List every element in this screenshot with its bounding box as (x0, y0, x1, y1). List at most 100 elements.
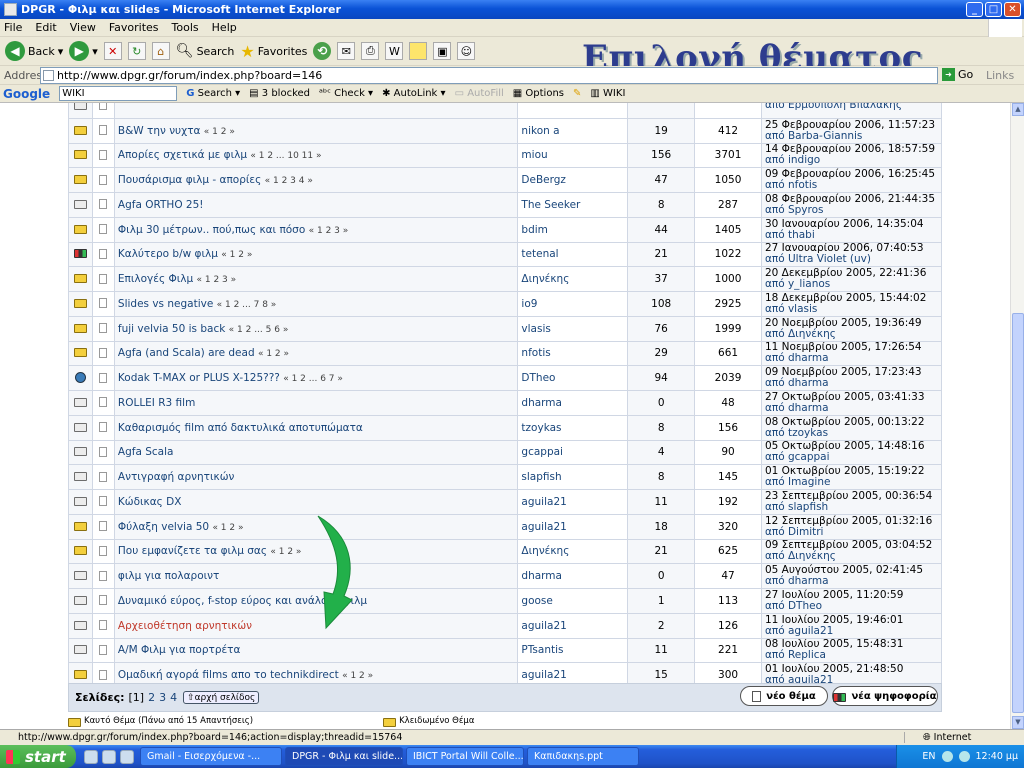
last-post-author[interactable]: από Dimitri (765, 526, 941, 538)
last-post-author[interactable]: από thabi (765, 229, 941, 241)
links-button[interactable]: Links (986, 69, 1014, 82)
topic-author[interactable]: aguila21 (517, 489, 629, 515)
last-post-author[interactable]: από Ultra Violet (uv) (765, 254, 941, 265)
messenger-icon[interactable]: ☺ (457, 42, 476, 60)
outlook-quicklaunch-icon[interactable] (102, 749, 116, 764)
ie-quicklaunch-icon[interactable] (84, 749, 98, 764)
topic-author[interactable]: tzoykas (517, 414, 629, 441)
taskbar-ibict[interactable]: IBICT Portal Will Colle... (406, 747, 524, 766)
topic-subject-link[interactable]: Ομαδική αγορά films απο το technikdirect (118, 669, 339, 681)
last-post-author[interactable]: από dharma (765, 576, 941, 587)
google-logo[interactable]: Google (3, 87, 50, 101)
last-post-author[interactable]: από y_lianos (765, 279, 941, 290)
google-search-button[interactable]: G Search ▾ (186, 88, 240, 99)
menu-file[interactable]: File (4, 21, 22, 34)
topic-subject-link[interactable]: Φύλαξη velvia 50 (118, 521, 209, 533)
topic-subject-link[interactable]: Φιλμ 30 μέτρων.. πού,πως και πόσο (118, 224, 305, 236)
page-3-link[interactable]: 3 (159, 691, 166, 704)
autofill-button[interactable]: ▭ AutoFill (455, 88, 504, 99)
topic-pages[interactable]: « 1 2 » (221, 250, 252, 260)
topic-author[interactable]: PTsantis (517, 637, 629, 664)
word-icon[interactable]: W (385, 42, 404, 60)
language-indicator[interactable]: EN (922, 751, 935, 762)
topic-author[interactable] (517, 103, 629, 119)
topic-pages[interactable]: « 1 2 » (212, 523, 243, 533)
options-button[interactable]: ▦ Options (513, 88, 564, 99)
forward-button[interactable]: ▶ ▾ (69, 41, 98, 61)
topic-pages[interactable]: « 1 2 » (270, 547, 301, 557)
topic-author[interactable]: goose (517, 588, 629, 614)
topic-pages[interactable]: « 1 2 ... 10 11 » (250, 151, 321, 161)
last-post-author[interactable]: από Ερμούπολη Βπαλάκης (765, 103, 941, 111)
menu-tools[interactable]: Tools (172, 21, 199, 34)
topic-author[interactable]: nikon a (517, 117, 629, 144)
topic-author[interactable]: bdim (517, 216, 629, 243)
last-post-author[interactable]: από DTheo (765, 600, 941, 612)
topic-author[interactable]: aguila21 (517, 612, 629, 639)
topic-pages[interactable]: « 1 2 » (204, 127, 235, 137)
highlight-icon[interactable]: ✎ (573, 88, 581, 99)
topic-pages[interactable]: « 1 2 » (258, 349, 289, 359)
last-post-author[interactable]: από Barba-Giannis (765, 130, 941, 142)
topic-author[interactable]: miou (517, 142, 629, 169)
last-post-author[interactable]: από indigo (765, 155, 941, 166)
address-input[interactable]: http://www.dpgr.gr/forum/index.php?board… (40, 67, 938, 84)
topic-subject-link[interactable]: Επιλογές Φιλμ (118, 273, 193, 285)
vertical-scrollbar[interactable]: ▲ ▼ (1010, 103, 1024, 729)
topic-subject-link[interactable]: ROLLEI R3 film (118, 397, 195, 409)
last-post-author[interactable]: από Διηνέκης (765, 328, 941, 340)
topic-subject-link[interactable]: Αρχειοθέτηση αρνητικών (118, 620, 252, 632)
last-post-author[interactable]: από dharma (765, 402, 941, 414)
last-post-author[interactable]: από tzoykas (765, 427, 941, 439)
topic-author[interactable]: Διηνέκης (517, 538, 629, 565)
topic-author[interactable]: DTheo (517, 365, 629, 391)
last-post-author[interactable]: από Replica (765, 650, 941, 661)
topic-subject-link[interactable]: Agfa ORTHO 25! (118, 199, 204, 211)
top-of-page-button[interactable]: ⇧ αρχή σελίδος (183, 691, 260, 704)
last-post-author[interactable]: από gcappai (765, 452, 941, 463)
page-2-link[interactable]: 2 (148, 691, 155, 704)
stop-icon[interactable]: ✕ (103, 42, 122, 60)
tray-icon[interactable] (941, 751, 953, 762)
maximize-button[interactable]: □ (985, 2, 1002, 17)
last-post-author[interactable]: από Spyros (765, 204, 941, 216)
topic-author[interactable]: dharma (517, 390, 629, 416)
topic-subject-link[interactable]: fuji velvia 50 is back (118, 323, 225, 335)
topic-pages[interactable]: « 1 2 ... 7 8 » (217, 300, 277, 310)
last-post-author[interactable]: από vlasis (765, 303, 941, 315)
topic-subject-link[interactable]: Καλύτερο b/w φιλμ (118, 248, 218, 260)
topic-subject-link[interactable]: B&W την νυχτα (118, 125, 201, 137)
scroll-thumb[interactable] (1012, 313, 1024, 713)
topic-subject-link[interactable]: Που εμφανίζετε τα φιλμ σας (118, 545, 267, 557)
last-post-author[interactable]: από dharma (765, 353, 941, 364)
home-icon[interactable]: ⌂ (151, 42, 170, 60)
favorites-button[interactable]: ★ Favorites (240, 42, 307, 61)
minimize-button[interactable]: _ (966, 2, 983, 17)
menu-help[interactable]: Help (212, 21, 237, 34)
scroll-up-icon[interactable]: ▲ (1012, 103, 1024, 116)
desktop-quicklaunch-icon[interactable] (120, 749, 134, 764)
topic-author[interactable]: aguila21 (517, 513, 629, 540)
autolink-button[interactable]: ✱ AutoLink ▾ (382, 88, 445, 99)
close-button[interactable]: ✕ (1004, 2, 1021, 17)
topic-subject-link[interactable]: Πουσάρισμα φιλμ - απορίες (118, 174, 261, 186)
popup-blocked-button[interactable]: ▤ 3 blocked (249, 88, 310, 99)
topic-author[interactable]: The Seeker (517, 192, 629, 218)
scroll-down-icon[interactable]: ▼ (1012, 716, 1024, 729)
topic-subject-link[interactable]: Slides vs negative (118, 298, 213, 310)
menu-favorites[interactable]: Favorites (109, 21, 159, 34)
topic-author[interactable]: DeBergz (517, 167, 629, 193)
topic-author[interactable]: vlasis (517, 315, 629, 342)
topic-author[interactable]: dharma (517, 563, 629, 589)
taskbar-ppt[interactable]: Καπιδακηs.ppt (527, 747, 639, 766)
taskbar-gmail[interactable]: Gmail - Εισερχόμενα -... (140, 747, 282, 766)
topic-author[interactable]: tetenal (517, 241, 629, 268)
last-post-author[interactable]: από Διηνέκης (765, 551, 941, 562)
back-button[interactable]: ◀ Back ▾ (5, 41, 63, 61)
page-4-link[interactable]: 4 (170, 691, 177, 704)
topic-subject-link[interactable]: Agfa Scala (118, 446, 174, 458)
topic-subject-link[interactable]: Αντιγραφή αρνητικών (118, 471, 234, 483)
topic-author[interactable]: Διηνέκης (517, 266, 629, 292)
google-search-input[interactable]: WIKI (59, 86, 178, 101)
topic-pages[interactable]: « 1 2 ... 6 7 » (283, 374, 343, 384)
